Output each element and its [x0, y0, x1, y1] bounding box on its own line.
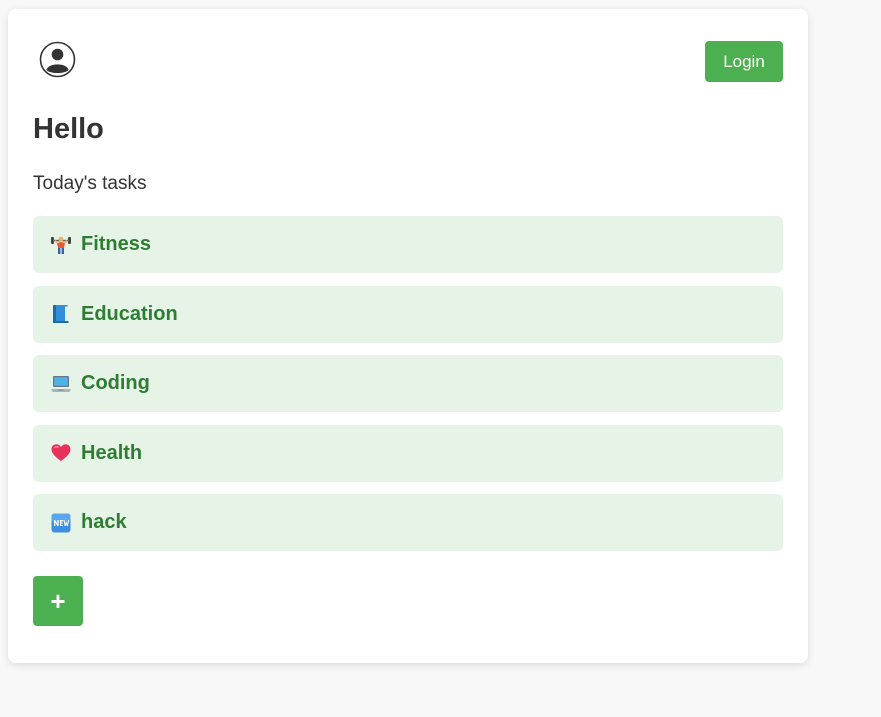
- task-label: Health: [81, 441, 143, 464]
- main-card: Login Hello Today's tasks Fitness Educat…: [8, 9, 808, 663]
- task-label: Education: [81, 302, 178, 325]
- task-item-health[interactable]: Health: [33, 424, 783, 482]
- task-label: Fitness: [81, 233, 152, 255]
- task-item-hack[interactable]: hack: [33, 494, 783, 551]
- new-badge-icon: [50, 512, 72, 534]
- task-label: Coding: [81, 372, 150, 394]
- user-avatar-icon[interactable]: [39, 41, 76, 78]
- heart-icon: [50, 442, 72, 464]
- task-label: hack: [81, 511, 127, 533]
- laptop-icon: [50, 373, 72, 395]
- book-icon: [50, 303, 72, 325]
- task-item-coding[interactable]: Coding: [33, 355, 783, 412]
- weightlifter-icon: [50, 234, 72, 256]
- task-item-fitness[interactable]: Fitness: [33, 216, 783, 273]
- task-list: Fitness Education Coding Health hack: [33, 216, 783, 564]
- login-button[interactable]: Login: [705, 41, 783, 82]
- tasks-subtitle: Today's tasks: [33, 173, 147, 194]
- task-item-education[interactable]: Education: [33, 285, 783, 343]
- page-title: Hello: [33, 113, 104, 145]
- add-task-button[interactable]: +: [33, 576, 83, 626]
- header: Login: [33, 41, 783, 82]
